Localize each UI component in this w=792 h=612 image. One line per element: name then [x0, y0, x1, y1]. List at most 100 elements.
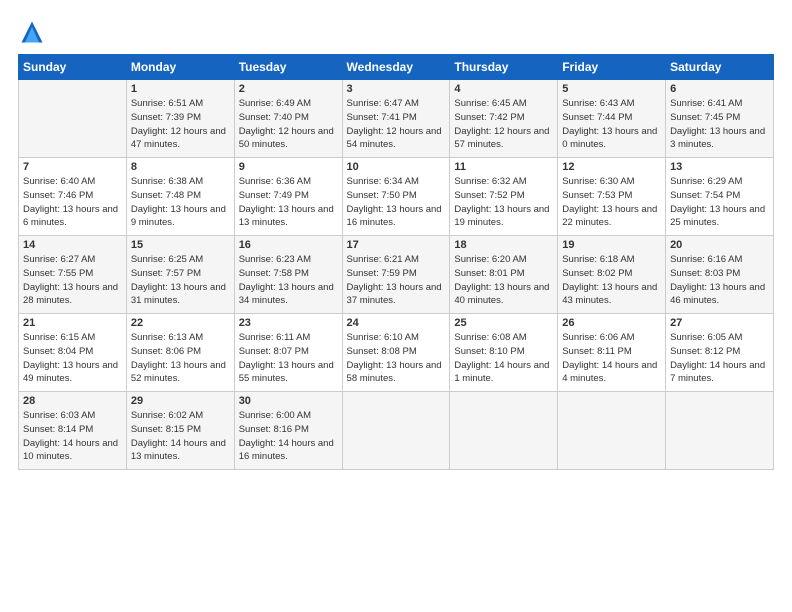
day-header-sunday: Sunday: [19, 55, 127, 80]
calendar-cell: 22 Sunrise: 6:13 AMSunset: 8:06 PMDayligh…: [126, 314, 234, 392]
cell-info: Sunrise: 6:40 AMSunset: 7:46 PMDaylight:…: [23, 175, 122, 230]
calendar-cell: 19 Sunrise: 6:18 AMSunset: 8:02 PMDayligh…: [558, 236, 666, 314]
day-number: 19: [562, 239, 661, 251]
cell-info: Sunrise: 6:29 AMSunset: 7:54 PMDaylight:…: [670, 175, 769, 230]
calendar-cell: 28 Sunrise: 6:03 AMSunset: 8:14 PMDayligh…: [19, 392, 127, 470]
cell-info: Sunrise: 6:20 AMSunset: 8:01 PMDaylight:…: [454, 253, 553, 308]
calendar-cell: 4 Sunrise: 6:45 AMSunset: 7:42 PMDaylight…: [450, 80, 558, 158]
day-number: 1: [131, 83, 230, 95]
week-row-4: 21Sunrise: 6:15 AMSunset: 8:04 PMDayligh…: [19, 314, 774, 392]
calendar-cell: 8 Sunrise: 6:38 AMSunset: 7:48 PMDaylight…: [126, 158, 234, 236]
day-number: 23: [239, 317, 338, 329]
day-number: 15: [131, 239, 230, 251]
calendar-cell: 29 Sunrise: 6:02 AMSunset: 8:15 PMDayligh…: [126, 392, 234, 470]
calendar-cell: 21Sunrise: 6:15 AMSunset: 8:04 PMDayligh…: [19, 314, 127, 392]
cell-info: Sunrise: 6:32 AMSunset: 7:52 PMDaylight:…: [454, 175, 553, 230]
calendar-cell: [19, 80, 127, 158]
day-number: 8: [131, 161, 230, 173]
cell-info: Sunrise: 6:27 AMSunset: 7:55 PMDaylight:…: [23, 253, 122, 308]
day-number: 7: [23, 161, 122, 173]
day-header-saturday: Saturday: [666, 55, 774, 80]
day-number: 22: [131, 317, 230, 329]
cell-info: Sunrise: 6:25 AMSunset: 7:57 PMDaylight:…: [131, 253, 230, 308]
calendar-cell: 5 Sunrise: 6:43 AMSunset: 7:44 PMDaylight…: [558, 80, 666, 158]
calendar-cell: [558, 392, 666, 470]
calendar-cell: 7 Sunrise: 6:40 AMSunset: 7:46 PMDaylight…: [19, 158, 127, 236]
day-number: 29: [131, 395, 230, 407]
calendar-header-row: SundayMondayTuesdayWednesdayThursdayFrid…: [19, 55, 774, 80]
cell-info: Sunrise: 6:21 AMSunset: 7:59 PMDaylight:…: [347, 253, 446, 308]
day-number: 17: [347, 239, 446, 251]
day-number: 3: [347, 83, 446, 95]
week-row-2: 7 Sunrise: 6:40 AMSunset: 7:46 PMDaylight…: [19, 158, 774, 236]
cell-info: Sunrise: 6:45 AMSunset: 7:42 PMDaylight:…: [454, 97, 553, 152]
calendar-body: 1 Sunrise: 6:51 AMSunset: 7:39 PMDaylight…: [19, 80, 774, 470]
calendar-cell: 15 Sunrise: 6:25 AMSunset: 7:57 PMDayligh…: [126, 236, 234, 314]
day-number: 13: [670, 161, 769, 173]
day-number: 18: [454, 239, 553, 251]
cell-info: Sunrise: 6:03 AMSunset: 8:14 PMDaylight:…: [23, 409, 122, 464]
cell-info: Sunrise: 6:30 AMSunset: 7:53 PMDaylight:…: [562, 175, 661, 230]
day-number: 20: [670, 239, 769, 251]
cell-info: Sunrise: 6:36 AMSunset: 7:49 PMDaylight:…: [239, 175, 338, 230]
cell-info: Sunrise: 6:34 AMSunset: 7:50 PMDaylight:…: [347, 175, 446, 230]
calendar-cell: [450, 392, 558, 470]
calendar-cell: [666, 392, 774, 470]
day-number: 5: [562, 83, 661, 95]
day-number: 28: [23, 395, 122, 407]
cell-info: Sunrise: 6:06 AMSunset: 8:11 PMDaylight:…: [562, 331, 661, 386]
calendar-cell: 16 Sunrise: 6:23 AMSunset: 7:58 PMDayligh…: [234, 236, 342, 314]
day-number: 4: [454, 83, 553, 95]
logo-icon: [18, 18, 46, 46]
cell-info: Sunrise: 6:38 AMSunset: 7:48 PMDaylight:…: [131, 175, 230, 230]
day-number: 25: [454, 317, 553, 329]
day-number: 2: [239, 83, 338, 95]
day-number: 26: [562, 317, 661, 329]
week-row-5: 28 Sunrise: 6:03 AMSunset: 8:14 PMDayligh…: [19, 392, 774, 470]
calendar-cell: 13 Sunrise: 6:29 AMSunset: 7:54 PMDayligh…: [666, 158, 774, 236]
day-header-wednesday: Wednesday: [342, 55, 450, 80]
cell-info: Sunrise: 6:02 AMSunset: 8:15 PMDaylight:…: [131, 409, 230, 464]
cell-info: Sunrise: 6:08 AMSunset: 8:10 PMDaylight:…: [454, 331, 553, 386]
day-number: 16: [239, 239, 338, 251]
cell-info: Sunrise: 6:51 AMSunset: 7:39 PMDaylight:…: [131, 97, 230, 152]
week-row-3: 14Sunrise: 6:27 AMSunset: 7:55 PMDayligh…: [19, 236, 774, 314]
cell-info: Sunrise: 6:43 AMSunset: 7:44 PMDaylight:…: [562, 97, 661, 152]
cell-info: Sunrise: 6:00 AMSunset: 8:16 PMDaylight:…: [239, 409, 338, 464]
day-header-monday: Monday: [126, 55, 234, 80]
main-container: SundayMondayTuesdayWednesdayThursdayFrid…: [0, 0, 792, 480]
header: [18, 18, 774, 46]
calendar-cell: 25 Sunrise: 6:08 AMSunset: 8:10 PMDayligh…: [450, 314, 558, 392]
calendar-table: SundayMondayTuesdayWednesdayThursdayFrid…: [18, 54, 774, 470]
calendar-cell: [342, 392, 450, 470]
cell-info: Sunrise: 6:41 AMSunset: 7:45 PMDaylight:…: [670, 97, 769, 152]
day-header-friday: Friday: [558, 55, 666, 80]
cell-info: Sunrise: 6:10 AMSunset: 8:08 PMDaylight:…: [347, 331, 446, 386]
calendar-cell: 1 Sunrise: 6:51 AMSunset: 7:39 PMDaylight…: [126, 80, 234, 158]
calendar-cell: 26 Sunrise: 6:06 AMSunset: 8:11 PMDayligh…: [558, 314, 666, 392]
day-number: 11: [454, 161, 553, 173]
cell-info: Sunrise: 6:13 AMSunset: 8:06 PMDaylight:…: [131, 331, 230, 386]
day-number: 10: [347, 161, 446, 173]
calendar-cell: 12 Sunrise: 6:30 AMSunset: 7:53 PMDayligh…: [558, 158, 666, 236]
cell-info: Sunrise: 6:49 AMSunset: 7:40 PMDaylight:…: [239, 97, 338, 152]
cell-info: Sunrise: 6:16 AMSunset: 8:03 PMDaylight:…: [670, 253, 769, 308]
day-header-thursday: Thursday: [450, 55, 558, 80]
calendar-cell: 2 Sunrise: 6:49 AMSunset: 7:40 PMDaylight…: [234, 80, 342, 158]
calendar-cell: 17 Sunrise: 6:21 AMSunset: 7:59 PMDayligh…: [342, 236, 450, 314]
day-number: 9: [239, 161, 338, 173]
day-number: 12: [562, 161, 661, 173]
calendar-cell: 23Sunrise: 6:11 AMSunset: 8:07 PMDayligh…: [234, 314, 342, 392]
day-number: 24: [347, 317, 446, 329]
cell-info: Sunrise: 6:15 AMSunset: 8:04 PMDaylight:…: [23, 331, 122, 386]
calendar-cell: 30Sunrise: 6:00 AMSunset: 8:16 PMDayligh…: [234, 392, 342, 470]
cell-info: Sunrise: 6:23 AMSunset: 7:58 PMDaylight:…: [239, 253, 338, 308]
cell-info: Sunrise: 6:18 AMSunset: 8:02 PMDaylight:…: [562, 253, 661, 308]
cell-info: Sunrise: 6:47 AMSunset: 7:41 PMDaylight:…: [347, 97, 446, 152]
week-row-1: 1 Sunrise: 6:51 AMSunset: 7:39 PMDaylight…: [19, 80, 774, 158]
calendar-cell: 6Sunrise: 6:41 AMSunset: 7:45 PMDaylight…: [666, 80, 774, 158]
calendar-cell: 10 Sunrise: 6:34 AMSunset: 7:50 PMDayligh…: [342, 158, 450, 236]
calendar-cell: 18 Sunrise: 6:20 AMSunset: 8:01 PMDayligh…: [450, 236, 558, 314]
calendar-cell: 11 Sunrise: 6:32 AMSunset: 7:52 PMDayligh…: [450, 158, 558, 236]
calendar-cell: 9 Sunrise: 6:36 AMSunset: 7:49 PMDaylight…: [234, 158, 342, 236]
